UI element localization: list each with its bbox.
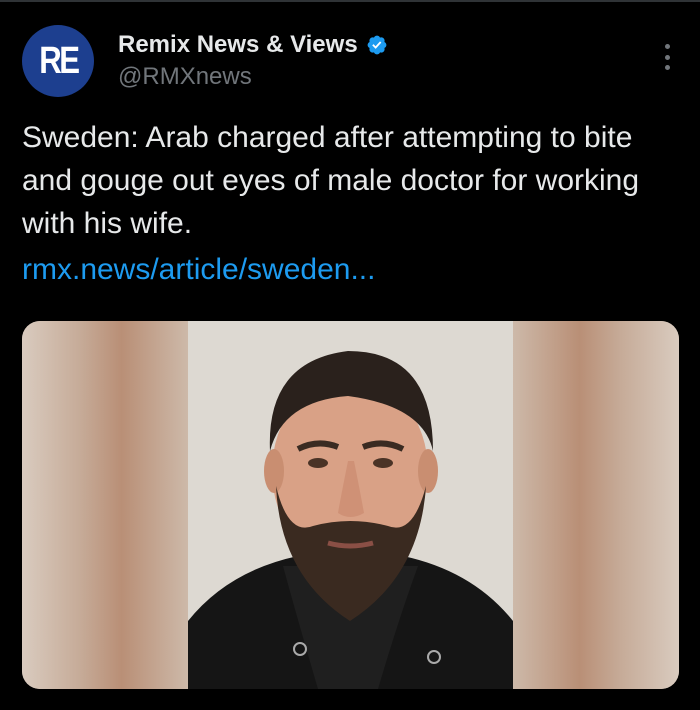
avatar-logo-text: RE [38, 39, 80, 82]
blurred-background-right [513, 321, 679, 689]
tweet-media[interactable] [22, 321, 679, 689]
tweet-text: Sweden: Arab charged after attempting to… [22, 121, 640, 240]
blurred-background-left [22, 321, 188, 689]
mugshot-photo [188, 321, 513, 689]
more-options-icon[interactable] [664, 44, 670, 70]
top-divider [0, 0, 700, 2]
verified-badge-icon [367, 35, 387, 55]
author-avatar[interactable]: RE [22, 25, 94, 97]
author-name-row: Remix News & Views [118, 31, 388, 59]
author-display-name[interactable]: Remix News & Views [118, 31, 358, 59]
author-handle[interactable]: @RMXnews [118, 63, 252, 91]
tweet-link[interactable]: rmx.news/article/sweden... [22, 248, 375, 291]
